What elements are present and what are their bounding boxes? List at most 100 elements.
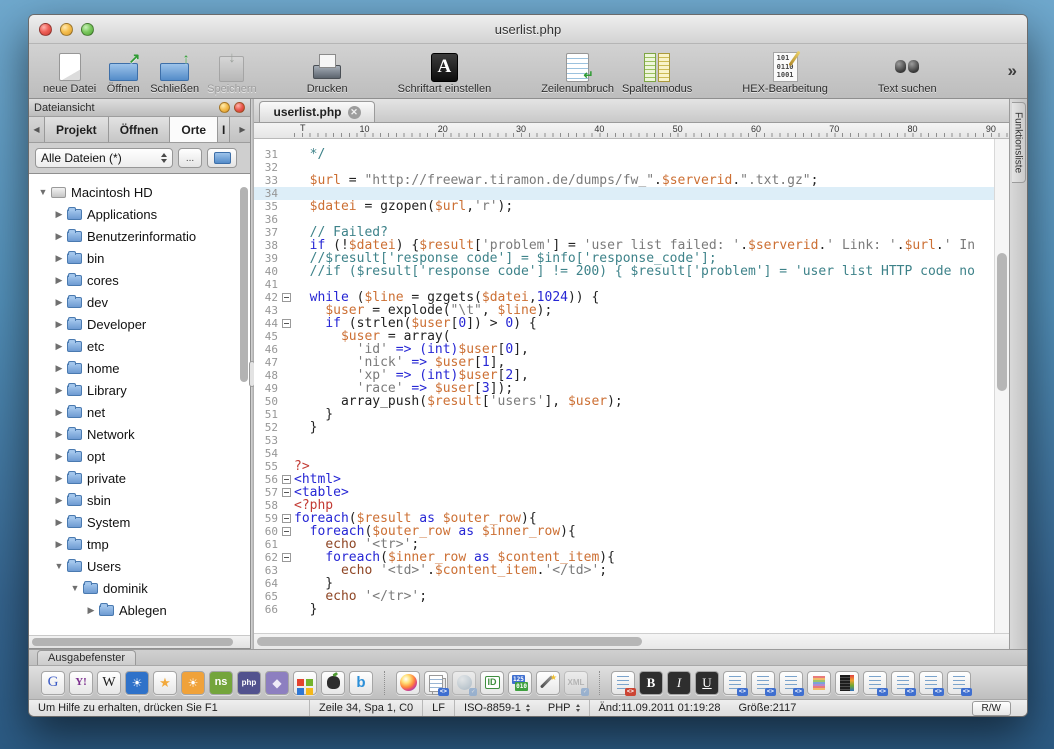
disclosure-triangle-icon[interactable]: ▶ bbox=[53, 473, 65, 484]
sidebar-tab-i[interactable]: I bbox=[218, 117, 230, 142]
magic-wand-icon[interactable] bbox=[536, 671, 560, 695]
windows-icon[interactable] bbox=[293, 671, 317, 695]
disclosure-triangle-icon[interactable]: ▼ bbox=[53, 561, 65, 571]
rainbow-list-icon[interactable] bbox=[807, 671, 831, 695]
panel-minimize-button[interactable] bbox=[219, 102, 230, 113]
line-wrap-button[interactable]: Zeilenumbruch bbox=[541, 51, 614, 95]
numbered-list-icon[interactable]: <> bbox=[779, 671, 803, 695]
new-file-button[interactable]: neue Datei bbox=[43, 51, 96, 95]
tab-close-icon[interactable]: ✕ bbox=[348, 106, 361, 119]
disclosure-triangle-icon[interactable]: ▶ bbox=[85, 605, 97, 616]
sidebar-header[interactable]: Dateiansicht bbox=[29, 99, 250, 117]
tree-item-library[interactable]: ▶Library bbox=[29, 379, 250, 401]
code-editor[interactable]: 31 */32 33 $url = "http://freewar.tiramo… bbox=[254, 139, 994, 633]
tree-item-cores[interactable]: ▶cores bbox=[29, 269, 250, 291]
tabs-scroll-left-icon[interactable]: ◀ bbox=[29, 117, 44, 142]
tree-item-macintosh-hd[interactable]: ▼Macintosh HD bbox=[29, 181, 250, 203]
number-convert-icon[interactable] bbox=[508, 671, 532, 695]
tree-item-network[interactable]: ▶Network bbox=[29, 423, 250, 445]
fold-marker-icon[interactable] bbox=[282, 488, 291, 497]
fold-marker-icon[interactable] bbox=[282, 319, 291, 328]
tree-item-dominik[interactable]: ▼dominik bbox=[29, 577, 250, 599]
apple-icon[interactable] bbox=[321, 671, 345, 695]
italic-icon[interactable]: I bbox=[667, 671, 691, 695]
document-tab[interactable]: userlist.php ✕ bbox=[259, 101, 375, 122]
color-wheel-icon[interactable] bbox=[396, 671, 420, 695]
editor-horizontal-scrollbar[interactable] bbox=[254, 633, 1009, 649]
output-window-button[interactable]: Ausgabefenster bbox=[37, 650, 136, 665]
print-button[interactable]: Drucken bbox=[307, 51, 348, 95]
fold-marker-icon[interactable] bbox=[282, 293, 291, 302]
fold-marker-icon[interactable] bbox=[282, 514, 291, 523]
disclosure-triangle-icon[interactable]: ▶ bbox=[53, 429, 65, 440]
sun-service-icon[interactable]: ☀ bbox=[181, 671, 205, 695]
read-write-toggle[interactable]: R/W bbox=[972, 701, 1011, 716]
fold-marker-icon[interactable] bbox=[282, 527, 291, 536]
save-button[interactable]: Speichern bbox=[207, 51, 257, 95]
tree-item-developer[interactable]: ▶Developer bbox=[29, 313, 250, 335]
disclosure-triangle-icon[interactable]: ▶ bbox=[53, 253, 65, 264]
editor-vertical-scrollbar[interactable] bbox=[994, 139, 1009, 633]
disclosure-triangle-icon[interactable]: ▶ bbox=[53, 319, 65, 330]
xml-check-icon[interactable]: XML✓ bbox=[564, 671, 588, 695]
black-list-icon[interactable] bbox=[835, 671, 859, 695]
tree-item-opt[interactable]: ▶opt bbox=[29, 445, 250, 467]
code-doc-icon-d[interactable]: <> bbox=[947, 671, 971, 695]
tree-item-private[interactable]: ▶private bbox=[29, 467, 250, 489]
disclosure-triangle-icon[interactable]: ▶ bbox=[53, 385, 65, 396]
tree-item-users[interactable]: ▼Users bbox=[29, 555, 250, 577]
disclosure-triangle-icon[interactable]: ▶ bbox=[53, 297, 65, 308]
underline-icon[interactable]: U bbox=[695, 671, 719, 695]
panel-close-button[interactable] bbox=[234, 102, 245, 113]
tree-item-dev[interactable]: ▶dev bbox=[29, 291, 250, 313]
id-window-icon[interactable]: ID bbox=[480, 671, 504, 695]
disclosure-triangle-icon[interactable]: ▶ bbox=[53, 517, 65, 528]
function-list-tab[interactable]: Funktionsliste bbox=[1012, 102, 1026, 183]
disclosure-triangle-icon[interactable]: ▶ bbox=[53, 231, 65, 242]
toolbar-overflow-button[interactable]: » bbox=[1006, 61, 1019, 81]
tree-horizontal-scrollbar[interactable] bbox=[29, 635, 250, 648]
bing-icon[interactable]: b bbox=[349, 671, 373, 695]
tree-vertical-scrollbar[interactable] bbox=[240, 178, 249, 632]
bold-icon[interactable]: B bbox=[639, 671, 663, 695]
google-icon[interactable]: G bbox=[41, 671, 65, 695]
syntax-list-icon[interactable]: <> bbox=[611, 671, 635, 695]
fold-marker-icon[interactable] bbox=[282, 553, 291, 562]
disclosure-triangle-icon[interactable]: ▶ bbox=[53, 209, 65, 220]
dictionary-icon[interactable]: ☀ bbox=[125, 671, 149, 695]
tree-item-applications[interactable]: ▶Applications bbox=[29, 203, 250, 225]
disclosure-triangle-icon[interactable]: ▶ bbox=[53, 539, 65, 550]
sidebar-tab-orte[interactable]: Orte bbox=[170, 117, 218, 142]
tree-item-etc[interactable]: ▶etc bbox=[29, 335, 250, 357]
disclosure-triangle-icon[interactable]: ▶ bbox=[53, 341, 65, 352]
encoding-select[interactable]: ISO-8859-1 bbox=[454, 700, 539, 716]
disclosure-triangle-icon[interactable]: ▶ bbox=[53, 363, 65, 374]
tabs-scroll-right-icon[interactable]: ▶ bbox=[235, 117, 250, 142]
disclosure-triangle-icon[interactable]: ▼ bbox=[37, 187, 49, 197]
bullet-list-icon[interactable]: <> bbox=[751, 671, 775, 695]
syntax-select[interactable]: PHP bbox=[539, 700, 589, 716]
tree-item-system[interactable]: ▶System bbox=[29, 511, 250, 533]
choose-folder-button[interactable] bbox=[207, 148, 237, 168]
tree-item-benutzerinformatio[interactable]: ▶Benutzerinformatio bbox=[29, 225, 250, 247]
search-text-button[interactable]: Text suchen bbox=[878, 51, 937, 95]
file-filter-select[interactable]: Alle Dateien (*) bbox=[35, 148, 173, 168]
file-tree[interactable]: ▼Macintosh HD▶Applications▶Benutzerinfor… bbox=[29, 173, 250, 649]
set-font-button[interactable]: Schriftart einstellen bbox=[398, 51, 492, 95]
open-button[interactable]: Öffnen bbox=[104, 51, 142, 95]
tree-item-ablegen[interactable]: ▶Ablegen bbox=[29, 599, 250, 621]
sidebar-tab-projekt[interactable]: Projekt bbox=[44, 117, 109, 142]
sidebar-tab-öffnen[interactable]: Öffnen bbox=[109, 117, 171, 142]
tree-item-bin[interactable]: ▶bin bbox=[29, 247, 250, 269]
disclosure-triangle-icon[interactable]: ▶ bbox=[53, 407, 65, 418]
more-options-button[interactable]: ... bbox=[178, 148, 202, 168]
tree-item-sbin[interactable]: ▶sbin bbox=[29, 489, 250, 511]
column-mode-button[interactable]: Spaltenmodus bbox=[622, 51, 692, 95]
disclosure-triangle-icon[interactable]: ▶ bbox=[53, 275, 65, 286]
document-stack-icon[interactable]: <> bbox=[424, 671, 448, 695]
php-docs-icon[interactable]: php bbox=[237, 671, 261, 695]
yahoo-icon[interactable]: Y! bbox=[69, 671, 93, 695]
code-doc-icon-b[interactable]: <> bbox=[891, 671, 915, 695]
fold-marker-icon[interactable] bbox=[282, 475, 291, 484]
code-doc-icon-c[interactable]: <> bbox=[919, 671, 943, 695]
